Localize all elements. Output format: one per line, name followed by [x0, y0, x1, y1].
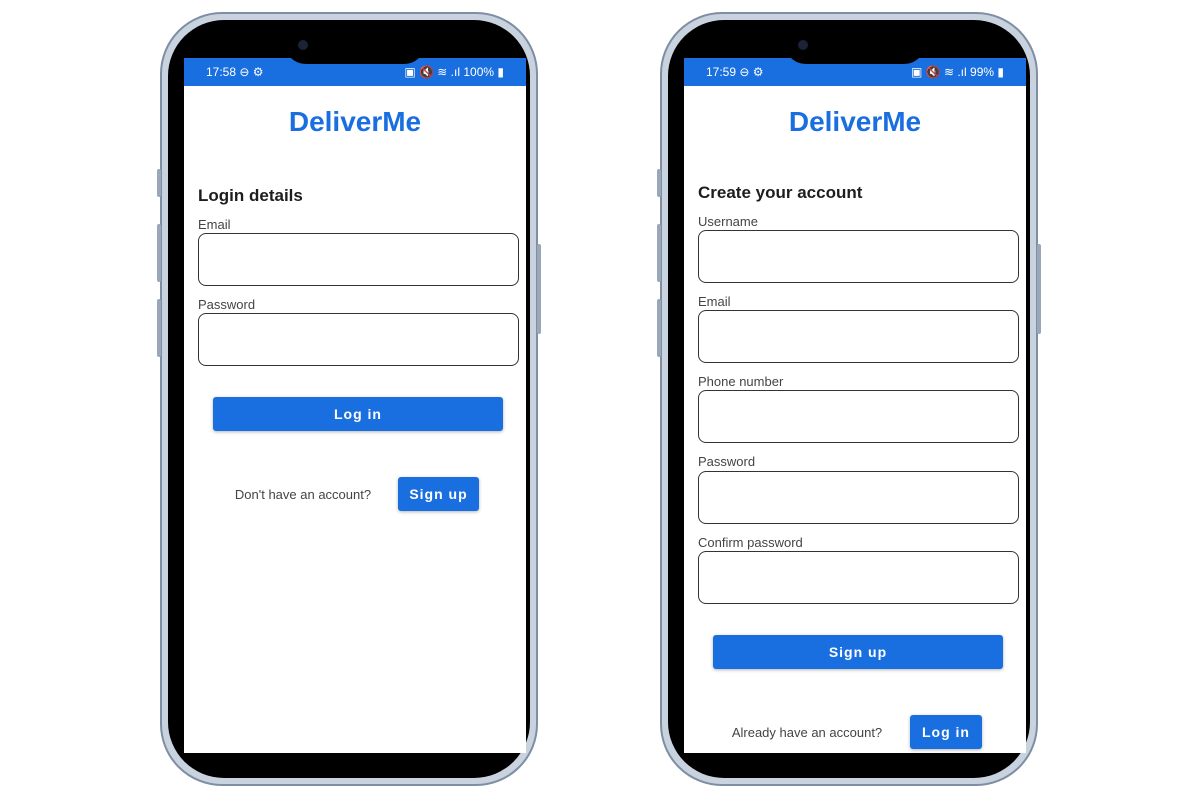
login-prompt: Already have an account?: [731, 725, 883, 740]
camera-icon: [298, 40, 308, 50]
email-input[interactable]: [698, 310, 1019, 363]
confirm-password-input[interactable]: [698, 551, 1019, 604]
battery-icon: ▮: [497, 65, 504, 79]
status-time: 17:58: [206, 65, 237, 79]
email-input[interactable]: [198, 233, 519, 286]
page-heading: Login details: [198, 186, 303, 205]
password-label: Password: [698, 454, 756, 469]
status-time: 17:59: [706, 65, 737, 79]
status-icons-right: ▣ 🔇 ≋ .ıl: [404, 65, 460, 79]
email-label: Email: [198, 217, 231, 232]
login-button[interactable]: Log in: [213, 397, 503, 431]
signup-button[interactable]: Sign up: [713, 635, 1003, 669]
phone-label: Phone number: [698, 374, 784, 389]
status-icons-left: ⊖ ⚙: [239, 65, 264, 79]
battery-level: 100%: [463, 65, 495, 79]
password-input[interactable]: [698, 471, 1019, 524]
camera-icon: [798, 40, 808, 50]
phone-signup: 17:59 ⊖ ⚙ ▣ 🔇 ≋ .ıl 99% ▮ DeliverMe Crea…: [657, 12, 1041, 786]
password-input[interactable]: [198, 313, 519, 366]
phone-input[interactable]: [698, 390, 1019, 443]
battery-icon: ▮: [997, 65, 1004, 79]
signup-prompt: Don't have an account?: [234, 487, 372, 502]
login-button[interactable]: Log in: [910, 715, 982, 749]
phone-login: 17:58 ⊖ ⚙ ▣ 🔇 ≋ .ıl 100% ▮ DeliverMe Log…: [157, 12, 541, 786]
signup-screen: 17:59 ⊖ ⚙ ▣ 🔇 ≋ .ıl 99% ▮ DeliverMe Crea…: [684, 58, 1026, 753]
status-icons-left: ⊖ ⚙: [739, 65, 764, 79]
status-icons-right: ▣ 🔇 ≋ .ıl: [911, 65, 967, 79]
signup-button[interactable]: Sign up: [398, 477, 479, 511]
login-screen: 17:58 ⊖ ⚙ ▣ 🔇 ≋ .ıl 100% ▮ DeliverMe Log…: [184, 58, 526, 753]
email-label: Email: [698, 294, 731, 309]
app-title: DeliverMe: [788, 106, 922, 137]
confirm-password-label: Confirm password: [698, 535, 803, 550]
battery-level: 99%: [970, 65, 995, 79]
page-heading: Create your account: [698, 183, 863, 202]
username-input[interactable]: [698, 230, 1019, 283]
password-label: Password: [198, 297, 256, 312]
username-label: Username: [698, 214, 758, 229]
app-title: DeliverMe: [288, 106, 422, 137]
